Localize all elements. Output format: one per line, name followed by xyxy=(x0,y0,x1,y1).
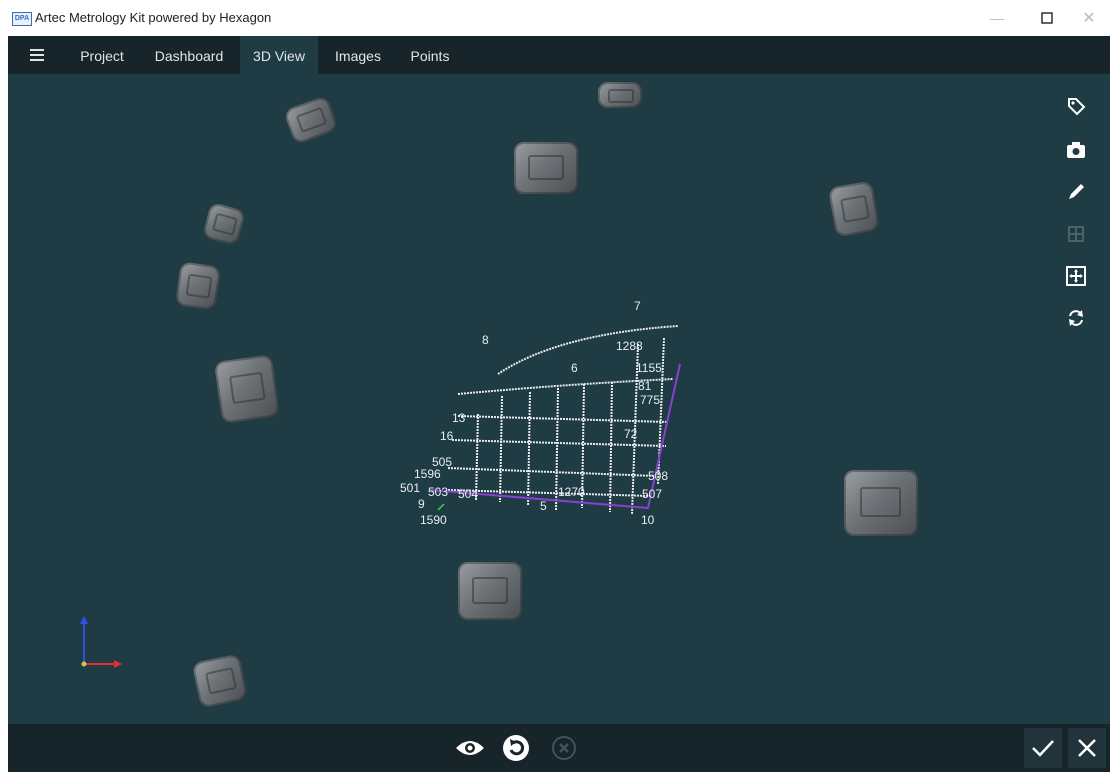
maximize-icon xyxy=(1041,12,1053,24)
close-window-button[interactable]: ✕ xyxy=(1066,0,1110,36)
cancel-operation-button xyxy=(546,730,582,766)
axis-gizmo xyxy=(80,616,122,668)
disabled-tool-button xyxy=(1064,222,1088,246)
confirm-button[interactable] xyxy=(1024,728,1062,768)
point-label: 507 xyxy=(642,487,663,501)
point-label: 10 xyxy=(641,513,655,527)
tab-images[interactable]: Images xyxy=(324,36,392,74)
scan-part xyxy=(827,180,881,238)
point-label: 504 xyxy=(458,487,479,501)
scan-part xyxy=(514,142,578,194)
scan-part xyxy=(283,95,339,145)
visibility-button[interactable] xyxy=(452,730,488,766)
scan-part xyxy=(598,82,642,108)
point-label: 508 xyxy=(648,469,669,483)
point-label: 501 xyxy=(400,481,421,495)
tab-dashboard[interactable]: Dashboard xyxy=(144,36,234,74)
fit-view-icon xyxy=(1066,266,1086,286)
window-title: Artec Metrology Kit powered by Hexagon xyxy=(35,10,272,25)
point-label: 81 xyxy=(638,379,652,393)
point-label: 1590 xyxy=(420,513,447,527)
point-label: 6 xyxy=(571,361,578,375)
bottom-toolbar xyxy=(8,724,1110,772)
pencil-icon xyxy=(1069,184,1084,199)
draw-button[interactable] xyxy=(1064,180,1088,204)
minimize-button[interactable]: — xyxy=(974,0,1020,36)
scan-part xyxy=(844,470,918,536)
window-titlebar: DPA Artec Metrology Kit powered by Hexag… xyxy=(0,0,1110,36)
tab-3d-view[interactable]: 3D View xyxy=(240,36,318,74)
scan-part xyxy=(201,201,247,247)
point-label: 16 xyxy=(440,429,454,443)
cancel-circle-icon xyxy=(552,736,576,760)
point-label: 1155 xyxy=(636,361,662,375)
rotate-button[interactable] xyxy=(1064,306,1088,330)
snapshot-button[interactable] xyxy=(1064,138,1088,162)
scan-part xyxy=(213,354,281,424)
eye-icon xyxy=(456,741,484,755)
grid-disabled-icon xyxy=(1068,226,1084,242)
point-label: 13 xyxy=(452,411,466,425)
point-label: 9 xyxy=(418,497,425,511)
point-label: 7 xyxy=(634,299,641,313)
point-label: 775 xyxy=(640,393,661,407)
fit-view-button[interactable] xyxy=(1064,264,1088,288)
point-label: 8 xyxy=(482,333,489,347)
close-icon xyxy=(1078,739,1096,757)
tab-project[interactable]: Project xyxy=(66,36,138,74)
tag-button[interactable] xyxy=(1064,94,1088,118)
minimize-icon: — xyxy=(990,10,1004,26)
tab-points[interactable]: Points xyxy=(400,36,460,74)
camera-icon xyxy=(1067,142,1085,158)
point-label: 1596 xyxy=(414,467,441,481)
close-window-icon: ✕ xyxy=(1082,10,1096,27)
app-logo: DPA xyxy=(12,12,32,26)
cancel-button[interactable] xyxy=(1068,728,1106,768)
scan-part xyxy=(191,653,249,709)
maximize-button[interactable] xyxy=(1024,0,1070,36)
point-label: 72 xyxy=(624,427,638,441)
point-label: 503 xyxy=(428,485,449,499)
refresh-icon xyxy=(503,735,529,761)
point-label: 1288 xyxy=(616,339,643,353)
hamburger-menu-icon[interactable] xyxy=(30,49,44,61)
refresh-button[interactable] xyxy=(498,730,534,766)
scan-part xyxy=(175,261,221,311)
rotate-icon xyxy=(1069,310,1083,326)
checkmark-icon xyxy=(1032,740,1054,757)
app-window: Project Dashboard 3D View Images Points xyxy=(8,36,1110,772)
point-label: 1270 xyxy=(558,485,585,499)
tag-icon xyxy=(1068,98,1086,116)
scan-part xyxy=(458,562,522,620)
point-label: 5 xyxy=(540,499,547,513)
3d-viewport[interactable]: 7 1288 8 6 1155 81 775 13 16 72 505 1596… xyxy=(8,74,1110,724)
tab-bar: Project Dashboard 3D View Images Points xyxy=(8,36,1110,74)
